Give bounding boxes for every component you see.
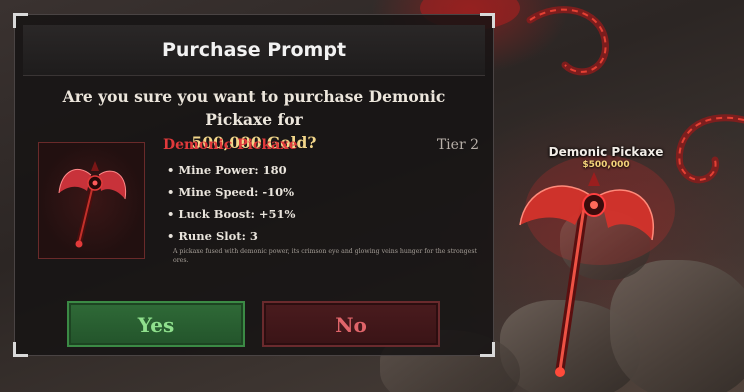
yes-button[interactable]: Yes [67,301,245,347]
question-text: Are you sure you want to purchase Demoni… [62,87,446,129]
corner-bracket [480,342,495,357]
purchase-dialog: Purchase Prompt Are you sure you want to… [13,13,495,357]
world-pickaxe-model[interactable] [519,155,675,377]
world-item-nametag: Demonic Pickaxe $500,000 [540,145,672,170]
stat-line: Mine Speed: -10% [167,181,295,203]
stat-line: Rune Slot: 3 [167,225,295,247]
item-portrait [38,142,145,259]
item-name: Demonic Pickaxe [163,137,298,153]
demonic-pickaxe-icon [58,161,127,248]
stat-line: Luck Boost: +51% [167,203,295,225]
world-item-price: $500,000 [582,160,630,170]
dialog-title: Purchase Prompt [161,39,347,61]
world-item-name: Demonic Pickaxe [548,145,664,159]
corner-bracket [13,342,28,357]
no-button[interactable]: No [262,301,440,347]
stat-line: Mine Power: 180 [167,159,295,181]
item-description: A pickaxe fused with demonic power, its … [173,248,478,264]
item-tier: Tier 2 [436,137,479,153]
item-stats: Mine Power: 180 Mine Speed: -10% Luck Bo… [167,159,295,247]
